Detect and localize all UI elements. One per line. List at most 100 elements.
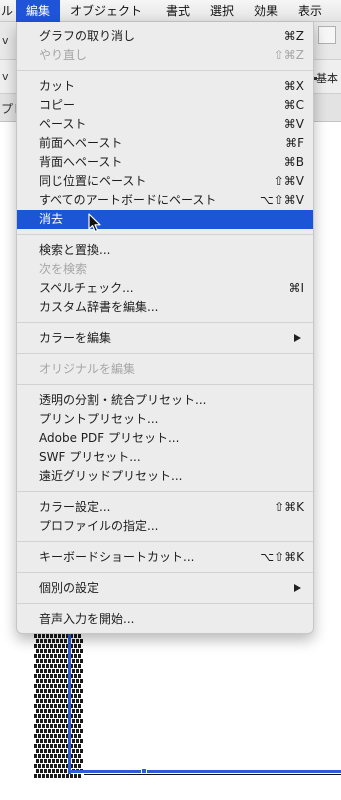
menu-item-label: カラーを編集: [39, 331, 112, 345]
menubar: ル 編集 オブジェクト 書式 選択 効果 表示: [0, 0, 341, 22]
mouse-pointer-icon: [88, 213, 101, 233]
menu-item-shortcut: ⌥⇧⌘K: [260, 550, 304, 564]
artwork-line: [34, 664, 82, 668]
menu-item-shortcut: ⌘Z: [283, 29, 304, 43]
menubar-item-prev[interactable]: ル: [1, 0, 13, 22]
menu-item-shortcut: ⌘F: [285, 136, 304, 150]
menu-item-label: 遠近グリッドプリセット...: [39, 469, 183, 483]
menu-separator: [17, 541, 313, 542]
menu-item-edit-dictionary[interactable]: カスタム辞書を編集...: [17, 298, 313, 317]
menu-separator: [17, 353, 313, 354]
chevron-down-icon[interactable]: v: [2, 34, 9, 47]
menu-item-find-replace[interactable]: 検索と置換...: [17, 241, 313, 260]
menubar-item-object[interactable]: オブジェクト: [70, 0, 142, 22]
artboard-edge: [84, 774, 341, 775]
artwork-line: [36, 739, 84, 743]
submenu-arrow-icon: [294, 334, 301, 342]
menu-item-assign-profile[interactable]: プロファイルの指定...: [17, 517, 313, 536]
menu-item-label: 個別の設定: [39, 581, 100, 595]
menu-separator: [17, 603, 313, 604]
menu-item-label: 背面へペースト: [39, 155, 123, 169]
chevron-down-icon[interactable]: v: [2, 70, 9, 83]
selection-edge-left: [68, 634, 71, 774]
menu-item-clear[interactable]: 消去: [17, 210, 313, 229]
menu-item-label: 次を検索: [39, 262, 88, 276]
menu-item-label: すべてのアートボードにペースト: [39, 193, 217, 207]
artwork-text-stack[interactable]: [34, 634, 84, 780]
menu-item-label: キーボードショートカット...: [39, 550, 195, 564]
menu-item-label: SWF プリセット...: [39, 450, 141, 464]
menu-separator: [17, 384, 313, 385]
menu-item-edit-original[interactable]: オリジナルを編集: [17, 360, 313, 379]
menubar-item-effect[interactable]: 効果: [254, 0, 278, 22]
artwork-line: [36, 729, 84, 733]
menu-separator: [17, 70, 313, 71]
artwork-line: [34, 704, 82, 708]
menu-item-paste-all-artboards[interactable]: すべてのアートボードにペースト ⌥⇧⌘V: [17, 191, 313, 210]
menu-item-print-presets[interactable]: プリントプリセット...: [17, 410, 313, 429]
menu-item-swf-presets[interactable]: SWF プリセット...: [17, 448, 313, 467]
artwork-line: [34, 634, 82, 638]
artwork-line: [34, 714, 82, 718]
menubar-item-edit[interactable]: 編集: [16, 0, 60, 22]
menubar-item-select[interactable]: 選択: [210, 0, 234, 22]
edit-menu: グラフの取り消し ⌘Z やり直し ⇧⌘Z カット ⌘X コピー ⌘C ペースト …: [16, 22, 314, 634]
artwork-line: [36, 639, 84, 643]
menu-item-pdf-presets[interactable]: Adobe PDF プリセット...: [17, 429, 313, 448]
menu-item-label: オリジナルを編集: [39, 362, 136, 376]
artwork-line: [34, 684, 82, 688]
menu-item-spell-check[interactable]: スペルチェック... ⌘I: [17, 279, 313, 298]
artwork-line: [34, 644, 82, 648]
menu-item-perspective-presets[interactable]: 遠近グリッドプリセット...: [17, 467, 313, 486]
artwork-line: [34, 724, 82, 728]
artwork-line: [34, 744, 82, 748]
toolbar-button[interactable]: [318, 26, 336, 44]
menu-item-shortcut: ⇧⌘V: [273, 174, 304, 188]
artwork-line: [34, 754, 82, 758]
menu-item-find-next[interactable]: 次を検索: [17, 260, 313, 279]
menu-separator: [17, 234, 313, 235]
artwork-line: [34, 764, 82, 768]
menu-item-shortcut: ⌘I: [288, 281, 304, 295]
menu-item-label: 消去: [39, 212, 64, 226]
artwork-line: [34, 674, 82, 678]
menu-item-label: カット: [39, 79, 76, 93]
artwork-line: [36, 649, 84, 653]
menu-item-flattener-presets[interactable]: 透明の分割・統合プリセット...: [17, 391, 313, 410]
artwork-line: [36, 679, 84, 683]
menubar-item-view[interactable]: 表示: [298, 0, 322, 22]
menu-item-label: やり直し: [39, 48, 88, 62]
artwork-line: [36, 689, 84, 693]
menu-item-color-settings[interactable]: カラー設定... ⇧⌘K: [17, 498, 313, 517]
menu-item-undo[interactable]: グラフの取り消し ⌘Z: [17, 27, 313, 46]
menu-item-label: 音声入力を開始...: [39, 612, 135, 626]
menu-item-label: カスタム辞書を編集...: [39, 300, 159, 314]
menu-item-edit-colors[interactable]: カラーを編集: [17, 329, 313, 348]
menu-item-redo[interactable]: やり直し ⇧⌘Z: [17, 46, 313, 65]
menu-item-paste-in-front[interactable]: 前面へペースト ⌘F: [17, 134, 313, 153]
menu-item-keyboard-shortcuts[interactable]: キーボードショートカット... ⌥⇧⌘K: [17, 548, 313, 567]
menu-item-label: スペルチェック...: [39, 281, 134, 295]
menu-item-label: 透明の分割・統合プリセット...: [39, 393, 207, 407]
artwork-line: [36, 709, 84, 713]
menu-separator: [17, 572, 313, 573]
menu-item-copy[interactable]: コピー ⌘C: [17, 96, 313, 115]
menu-item-preferences[interactable]: 個別の設定: [17, 579, 313, 598]
menu-item-label: コピー: [39, 98, 76, 112]
menu-item-paste-in-place[interactable]: 同じ位置にペースト ⇧⌘V: [17, 172, 313, 191]
selection-handle[interactable]: [141, 768, 147, 774]
submenu-arrow-icon: [294, 584, 301, 592]
menu-item-paste-in-back[interactable]: 背面へペースト ⌘B: [17, 153, 313, 172]
artwork-line: [34, 734, 82, 738]
menu-item-start-dictation[interactable]: 音声入力を開始...: [17, 610, 313, 629]
selection-edge-bottom: [68, 770, 341, 773]
style-label[interactable]: 基本: [316, 70, 338, 86]
menu-item-paste[interactable]: ペースト ⌘V: [17, 115, 313, 134]
artwork-line: [36, 749, 84, 753]
menu-item-cut[interactable]: カット ⌘X: [17, 77, 313, 96]
artwork-line: [34, 694, 82, 698]
menu-item-shortcut: ⇧⌘K: [274, 500, 304, 514]
artwork-line: [34, 774, 82, 778]
menubar-item-type[interactable]: 書式: [166, 0, 190, 22]
artwork-line: [36, 659, 84, 663]
